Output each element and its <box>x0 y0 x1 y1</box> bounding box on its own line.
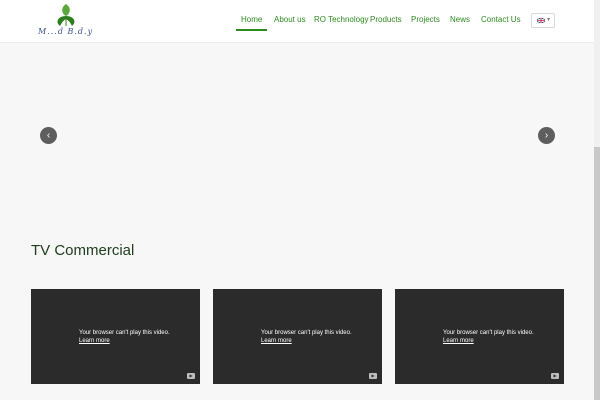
logo[interactable]: M...d B.d.y <box>38 2 94 42</box>
nav-item-products[interactable]: Products <box>370 15 402 24</box>
video-error-message: Your browser can't play this video. Lear… <box>261 330 352 344</box>
nav-item-projects[interactable]: Projects <box>411 15 440 24</box>
nav-item-news[interactable]: News <box>450 15 470 24</box>
nav-item-ro-technology[interactable]: RO Technology <box>314 15 369 24</box>
slider-prev-button[interactable]: ‹ <box>40 127 57 144</box>
nav-item-contact-us[interactable]: Contact Us <box>481 15 521 24</box>
section-title: TV Commercial <box>31 242 135 259</box>
scrollbar-thumb[interactable] <box>594 147 600 400</box>
leaf-logo-icon <box>57 4 75 26</box>
video-player-3[interactable]: Your browser can't play this video. Lear… <box>395 289 564 384</box>
learn-more-link[interactable]: Learn more <box>261 338 292 344</box>
youtube-icon[interactable]: ▶ <box>369 373 377 379</box>
video-error-message: Your browser can't play this video. Lear… <box>79 330 170 344</box>
chevron-right-icon: › <box>544 130 549 141</box>
logo-text: M...d B.d.y <box>38 27 94 36</box>
site-header: M...d B.d.y Home About us RO Technology … <box>0 0 594 43</box>
chevron-down-icon: ▾ <box>547 17 551 23</box>
nav-item-home[interactable]: Home <box>235 15 268 31</box>
chevron-left-icon: ‹ <box>46 130 51 141</box>
image-slider: ‹ › <box>0 43 594 225</box>
nav-item-about-us[interactable]: About us <box>274 15 306 24</box>
learn-more-link[interactable]: Learn more <box>79 338 110 344</box>
uk-flag-icon <box>537 18 545 23</box>
youtube-icon[interactable]: ▶ <box>187 373 195 379</box>
youtube-icon[interactable]: ▶ <box>551 373 559 379</box>
video-player-2[interactable]: Your browser can't play this video. Lear… <box>213 289 382 384</box>
video-player-1[interactable]: Your browser can't play this video. Lear… <box>31 289 200 384</box>
scrollbar[interactable] <box>594 0 600 400</box>
learn-more-link[interactable]: Learn more <box>443 338 474 344</box>
slider-next-button[interactable]: › <box>538 127 555 144</box>
language-selector[interactable]: ▾ <box>531 13 555 28</box>
video-error-message: Your browser can't play this video. Lear… <box>443 330 534 344</box>
